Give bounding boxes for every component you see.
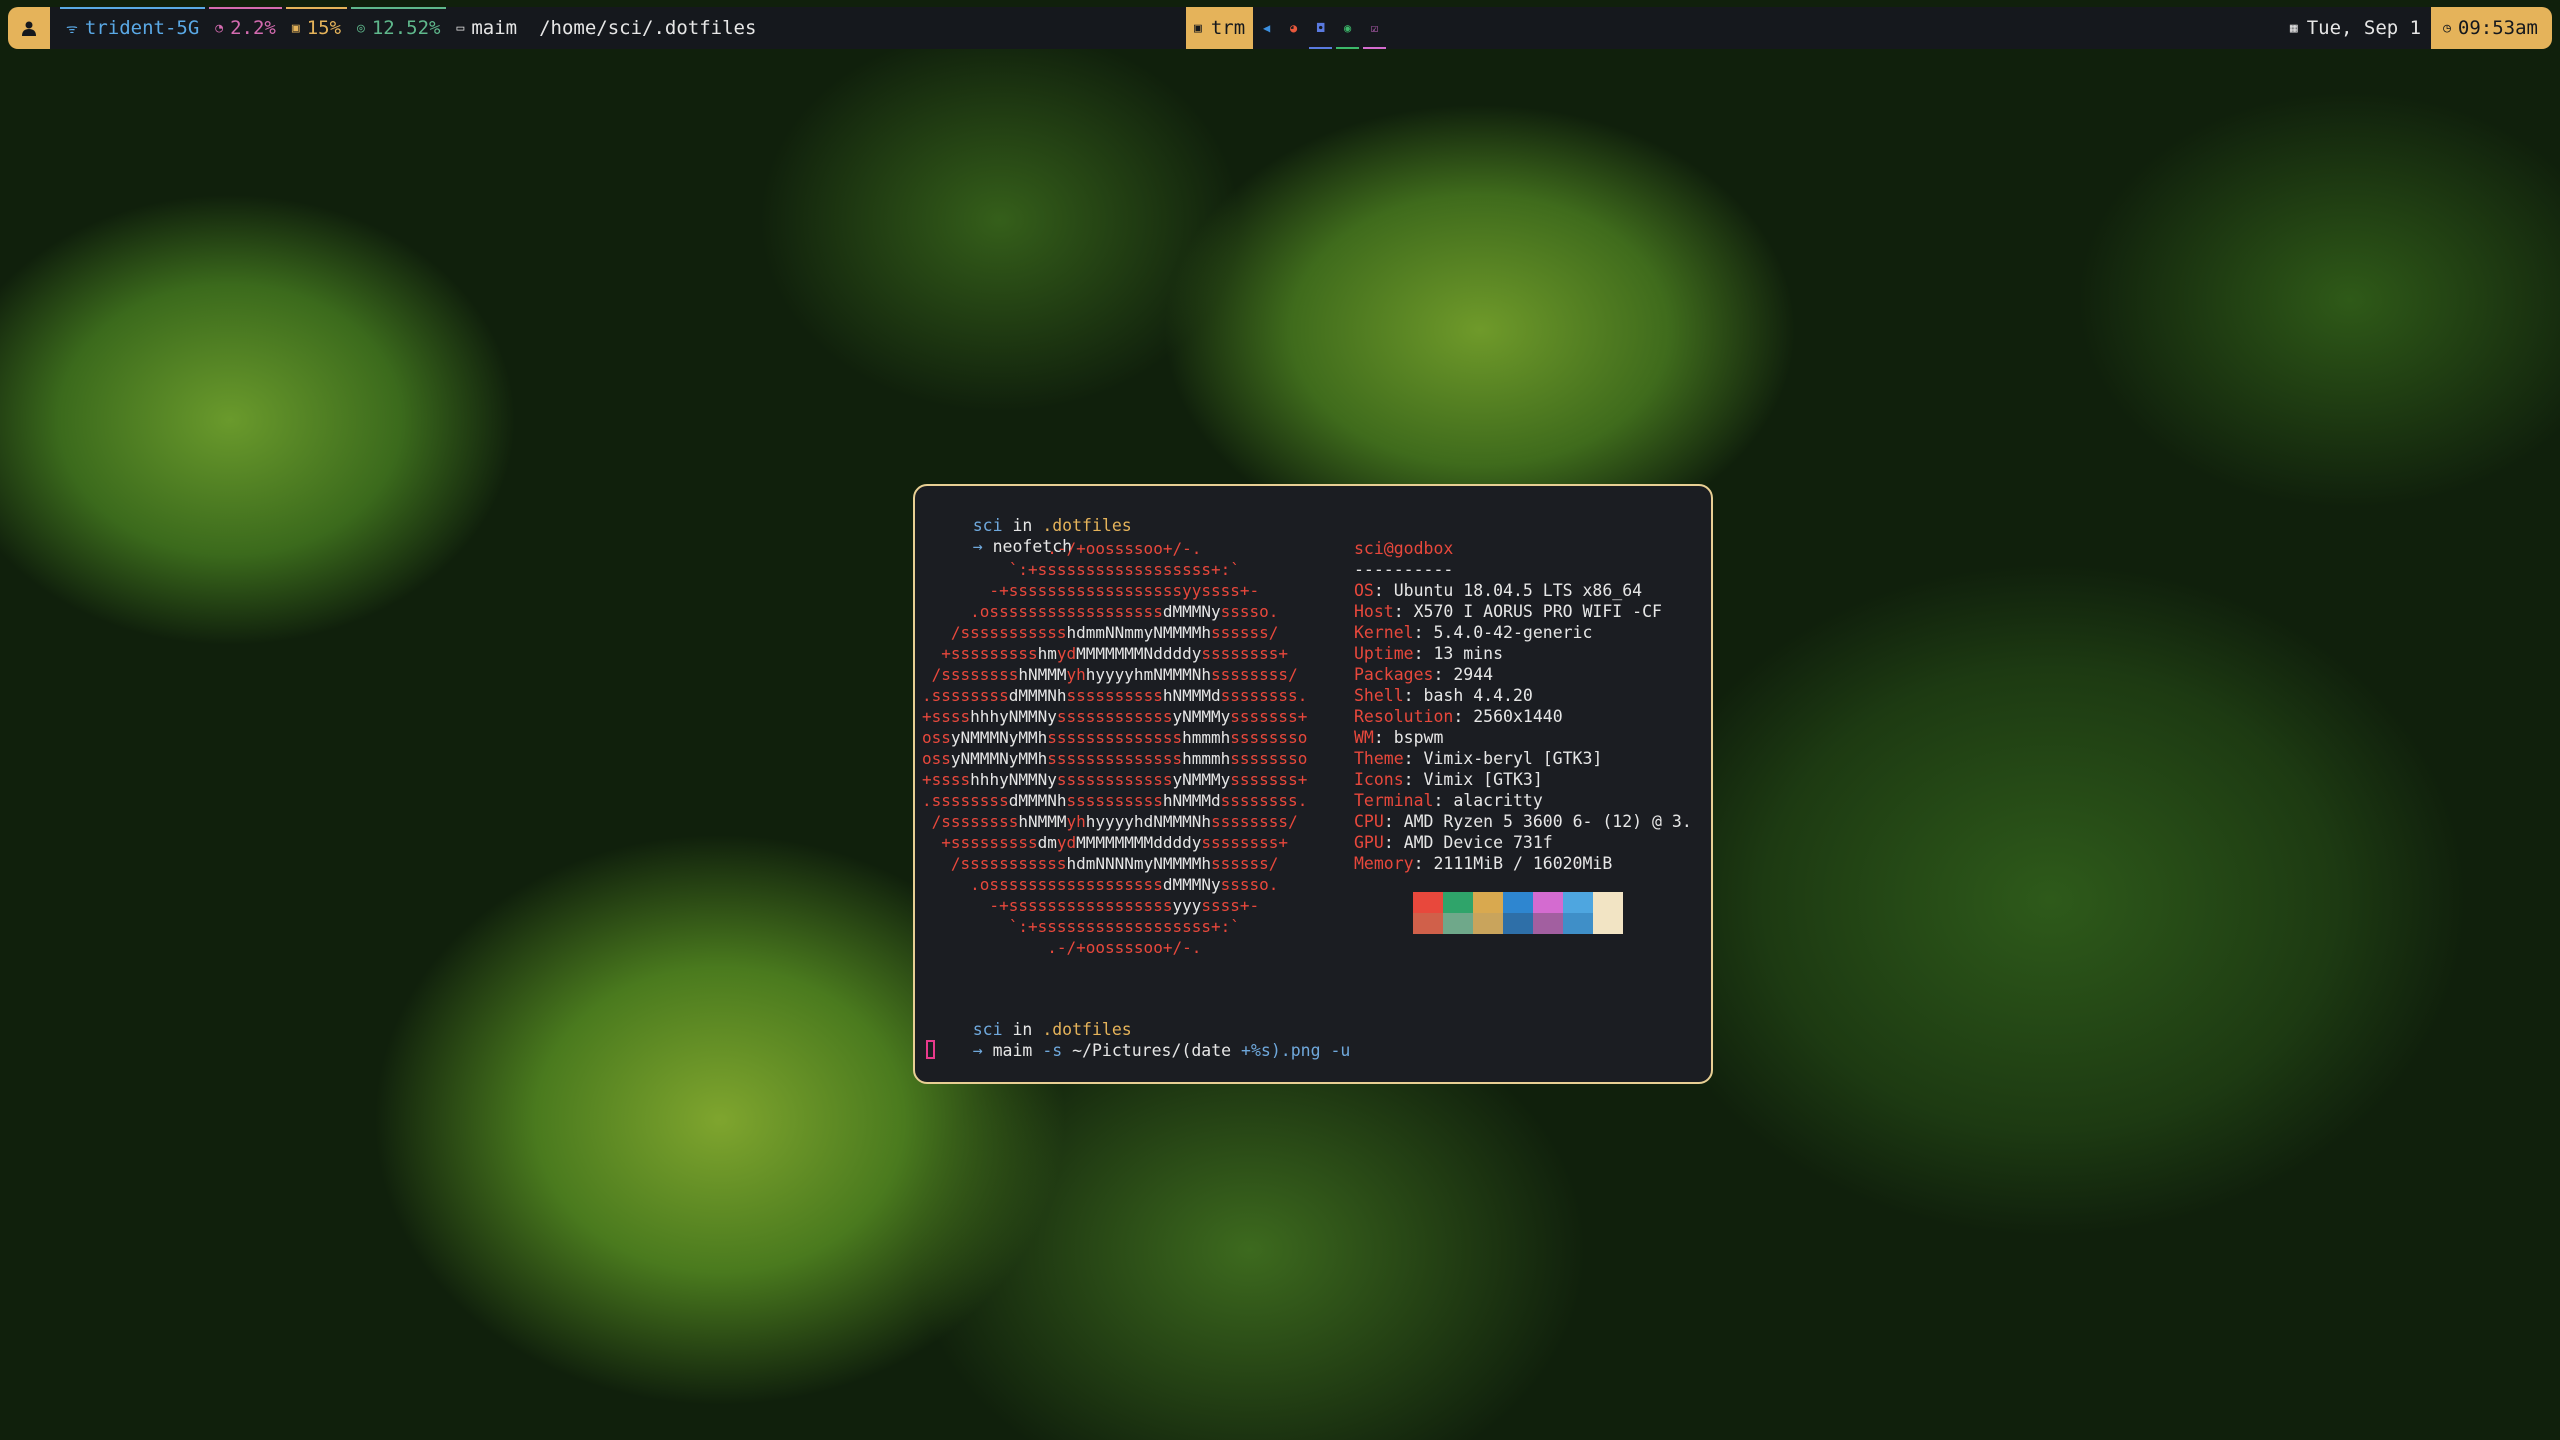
command-arg-format: +%s) <box>1241 1041 1281 1060</box>
time-text: 09:53am <box>2457 17 2538 39</box>
info-terminal: Terminal: alacritty <box>1354 791 1543 810</box>
cpu-widget[interactable]: ◔ 2.2% <box>209 7 282 49</box>
palette-swatch <box>1413 892 1443 913</box>
memory-icon: ▣ <box>291 20 300 36</box>
date-text: Tue, Sep 1 <box>2306 17 2422 39</box>
workspace-terminal[interactable]: ▣ trm <box>1186 7 1254 49</box>
info-cpu: CPU: AMD Ryzen 5 3600 6- (12) @ 3. <box>1354 812 1692 831</box>
color-palette <box>1383 892 1623 934</box>
palette-swatch <box>1383 913 1413 934</box>
discord-icon: ◘ <box>1317 21 1325 35</box>
terminal-cursor <box>926 1040 935 1059</box>
vscode-icon: ◀ <box>1263 21 1271 35</box>
workspace-spotify[interactable]: ◉ <box>1334 7 1361 49</box>
terminal-icon: ▣ <box>1194 20 1202 36</box>
disk-icon: ◎ <box>357 20 365 36</box>
info-host: Host: X570 I AORUS PRO WIFI -CF <box>1354 602 1662 621</box>
clock-widget[interactable]: ◷ 09:53am <box>2431 7 2552 49</box>
workspace-check[interactable]: ☑ <box>1361 7 1388 49</box>
wifi-icon: ᯤ <box>66 22 78 37</box>
workspace-switcher: ▣ trm ◀ ◕ ◘ ◉ ☑ <box>1186 7 1388 49</box>
palette-swatch <box>1533 913 1563 934</box>
disk-underline <box>351 7 447 9</box>
memory-widget[interactable]: ▣ 15% <box>285 7 348 49</box>
info-wm: WM: bspwm <box>1354 728 1444 747</box>
palette-swatch <box>1443 913 1473 934</box>
palette-swatch <box>1443 892 1473 913</box>
disk-widget[interactable]: ◎ 12.52% <box>351 7 447 49</box>
window-path: /home/sci/.dotfiles <box>539 17 757 39</box>
network-ssid: trident-5G <box>84 17 200 39</box>
disk-value: 12.52% <box>371 17 441 39</box>
date-time-widget: ▦ Tue, Sep 1 ◷ 09:53am <box>2290 7 2552 49</box>
palette-swatch <box>1533 892 1563 913</box>
gauge-icon: ◔ <box>215 20 224 36</box>
clock-icon: ◷ <box>2443 20 2451 36</box>
palette-row-top <box>1383 892 1623 913</box>
workspace-firefox[interactable]: ◕ <box>1280 7 1307 49</box>
spotify-icon: ◉ <box>1344 21 1352 35</box>
user-icon <box>22 21 36 36</box>
info-shell: Shell: bash 4.4.20 <box>1354 686 1533 705</box>
palette-swatch <box>1383 892 1413 913</box>
info-theme: Theme: Vimix-beryl [GTK3] <box>1354 749 1603 768</box>
palette-swatch <box>1593 892 1623 913</box>
info-icons: Icons: Vimix [GTK3] <box>1354 770 1543 789</box>
palette-swatch <box>1593 913 1623 934</box>
info-gpu: GPU: AMD Device 731f <box>1354 833 1553 852</box>
palette-swatch <box>1563 892 1593 913</box>
workspace-discord[interactable]: ◘ <box>1307 7 1334 49</box>
workspace-discord-underline <box>1309 47 1333 49</box>
command-arg-ext: .png <box>1280 1041 1321 1060</box>
command-name: maim <box>992 1041 1033 1060</box>
window-name: maim <box>471 17 518 39</box>
memory-underline <box>285 7 348 9</box>
memory-value: 15% <box>306 17 342 39</box>
command-arg-u: -u <box>1330 1041 1351 1060</box>
workspace-terminal-label: trm <box>1210 17 1246 39</box>
terminal-window[interactable]: sci in .dotfiles → neofetch .-/+oossssoo… <box>913 484 1713 1084</box>
workspace-spotify-underline <box>1336 47 1360 49</box>
top-status-bar: ᯤ trident-5G ◔ 2.2% ▣ 15% ◎ 12.52% ▭ mai… <box>8 7 2552 49</box>
command-flag: -s <box>1042 1041 1063 1060</box>
check-icon: ☑ <box>1371 21 1379 35</box>
palette-swatch <box>1563 913 1593 934</box>
palette-swatch <box>1473 892 1503 913</box>
network-widget[interactable]: ᯤ trident-5G <box>60 7 206 49</box>
command-arg-path: ~/Pictures/ <box>1072 1041 1182 1060</box>
palette-swatch <box>1503 892 1533 913</box>
palette-swatch <box>1413 913 1443 934</box>
ubuntu-ascii-logo: .-/+oossssoo+/-. `:+ssssssssssssssssss+:… <box>922 539 1308 957</box>
info-packages: Packages: 2944 <box>1354 665 1494 684</box>
firefox-icon: ◕ <box>1290 21 1298 35</box>
info-os: OS: Ubuntu 18.04.5 LTS x86_64 <box>1354 581 1643 600</box>
window-title-widget: ▭ maim /home/sci/.dotfiles <box>456 7 756 49</box>
cpu-underline <box>209 7 282 9</box>
workspace-vscode[interactable]: ◀ <box>1253 7 1280 49</box>
palette-row-bottom <box>1383 913 1623 934</box>
user-button[interactable] <box>8 7 50 49</box>
calendar-icon: ▦ <box>2289 20 2298 36</box>
palette-swatch <box>1473 913 1503 934</box>
palette-swatch <box>1503 913 1533 934</box>
prompt-arrow: → <box>972 1041 983 1060</box>
window-icon: ▭ <box>456 20 465 36</box>
command-line-2: → maim -s ~/Pictures/(date +%s).png -u <box>933 1019 1351 1082</box>
info-kernel: Kernel: 5.4.0-42-generic <box>1354 623 1593 642</box>
network-underline <box>60 7 206 9</box>
workspace-check-underline <box>1363 47 1387 49</box>
user-host: sci@godbox <box>1354 539 1454 558</box>
info-memory: Memory: 2111MiB / 16020MiB <box>1354 854 1613 873</box>
info-uptime: Uptime: 13 mins <box>1354 644 1504 663</box>
info-separator: ---------- <box>1354 560 1454 579</box>
system-info: sci@godbox ---------- OS: Ubuntu 18.04.5… <box>1354 538 1692 874</box>
cpu-value: 2.2% <box>230 17 276 39</box>
command-arg-date: (date <box>1181 1041 1232 1060</box>
info-resolution: Resolution: 2560x1440 <box>1354 707 1563 726</box>
